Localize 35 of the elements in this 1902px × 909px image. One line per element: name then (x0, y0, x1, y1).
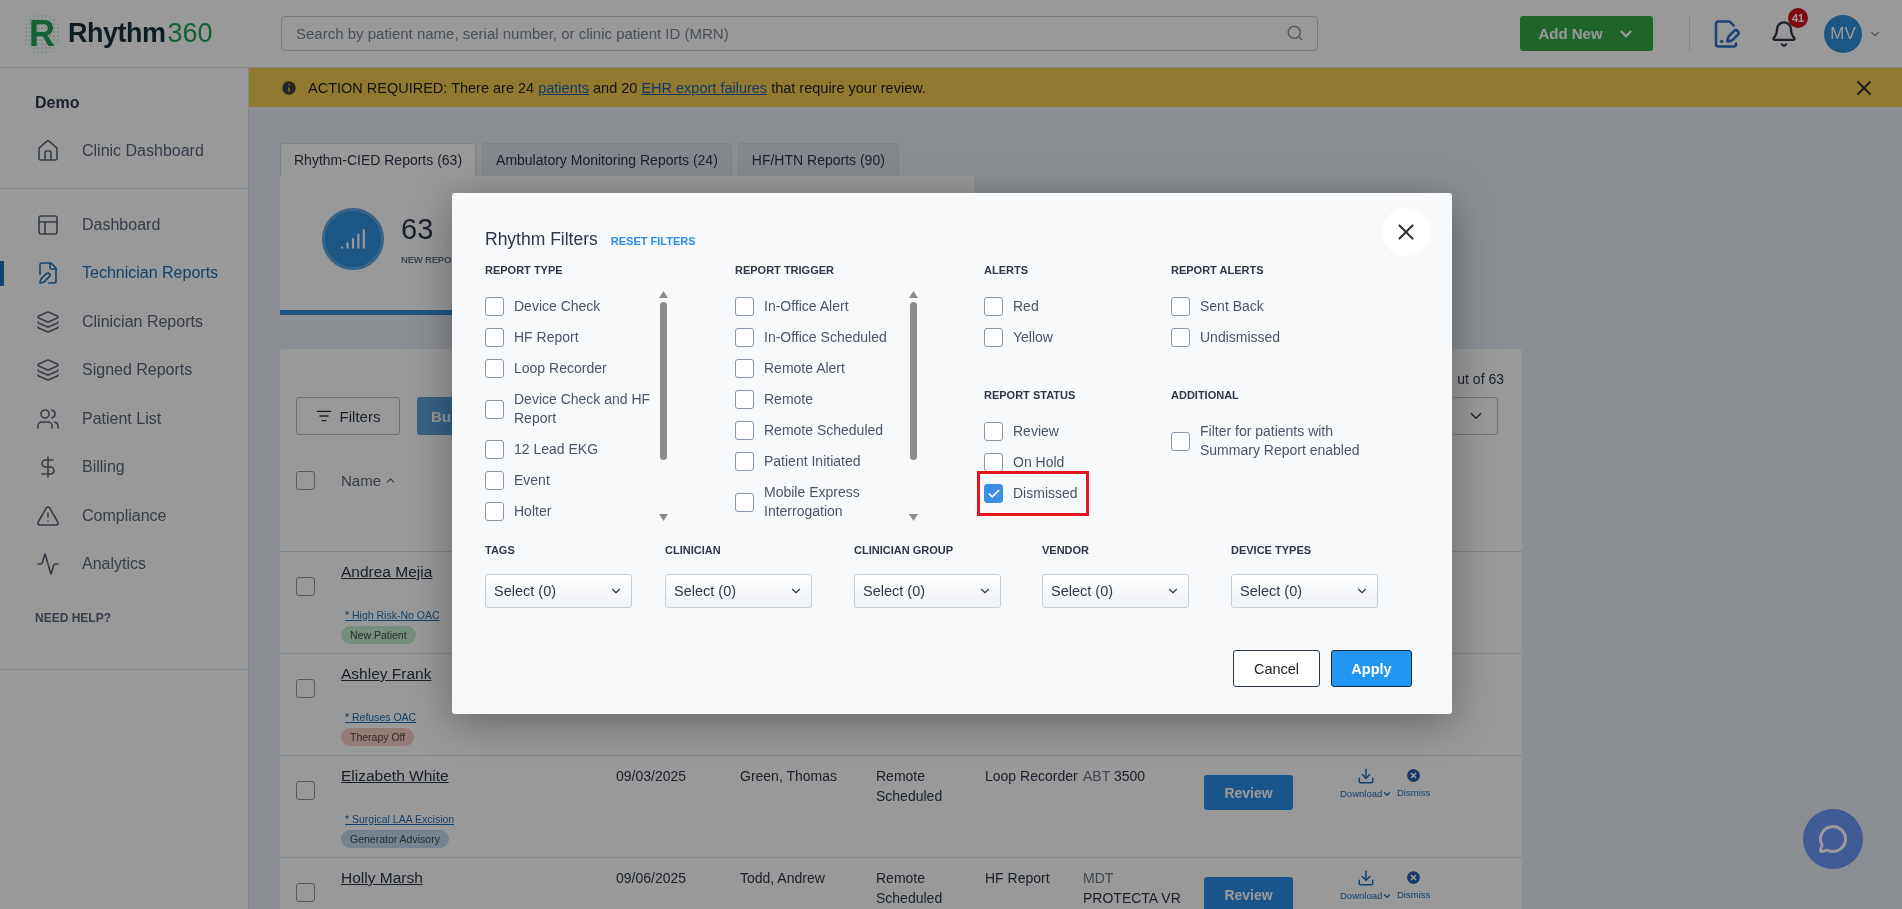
filter-heading: REPORT ALERTS (1171, 264, 1265, 278)
status-tag: Therapy Off (341, 728, 415, 746)
banner-message: ACTION REQUIRED: There are 24 patients and 20 EHR export failures that require your review. (308, 79, 927, 96)
clinician-text: Todd, Andrew (740, 869, 826, 888)
clinic-name: Demo (34, 93, 81, 113)
select-label: VENDOR (1042, 544, 1090, 558)
status-tag: New Patient (341, 626, 416, 644)
device-maker-text: ABT (1083, 768, 1110, 784)
trigger-text: Remote Scheduled (876, 767, 944, 806)
logo-name: Rhythm (68, 18, 166, 49)
report-type-text: Loop Recorder (985, 767, 1079, 786)
filter-heading: ALERTS (984, 264, 1029, 278)
notification-badge: 41 (1788, 7, 1808, 28)
device-model-text: PROTECTA VR (1083, 889, 1181, 906)
range-text: ut of 63 (1457, 371, 1504, 388)
status-tag: Generator Advisory (341, 830, 449, 848)
report-count-label: NEW REPO (401, 254, 452, 265)
filter-heading: REPORT TYPE (485, 264, 564, 278)
report-count: 63 (401, 213, 435, 246)
device-maker-text: MDT (1083, 870, 1114, 886)
select-label: CLINICIAN (665, 544, 721, 558)
filter-heading: ADDITIONAL (1171, 389, 1240, 403)
select-label: CLINICIAN GROUP (854, 544, 953, 558)
filter-heading: REPORT STATUS (984, 389, 1077, 403)
select-label: TAGS (485, 544, 515, 558)
clinician-text: Green, Thomas (740, 767, 838, 786)
trigger-text: Remote Scheduled (876, 869, 944, 908)
filter-heading: REPORT TRIGGER (735, 264, 835, 278)
date-text: 09/06/2025 (616, 869, 688, 888)
device-model-text: 3500 (1113, 768, 1146, 784)
dialog-title: Rhythm Filters (485, 229, 598, 250)
date-text: 09/03/2025 (616, 767, 688, 786)
logo-suffix: 360 (167, 18, 213, 49)
select-label: DEVICE TYPES (1231, 544, 1312, 558)
report-type-text: HF Report (985, 869, 1051, 888)
